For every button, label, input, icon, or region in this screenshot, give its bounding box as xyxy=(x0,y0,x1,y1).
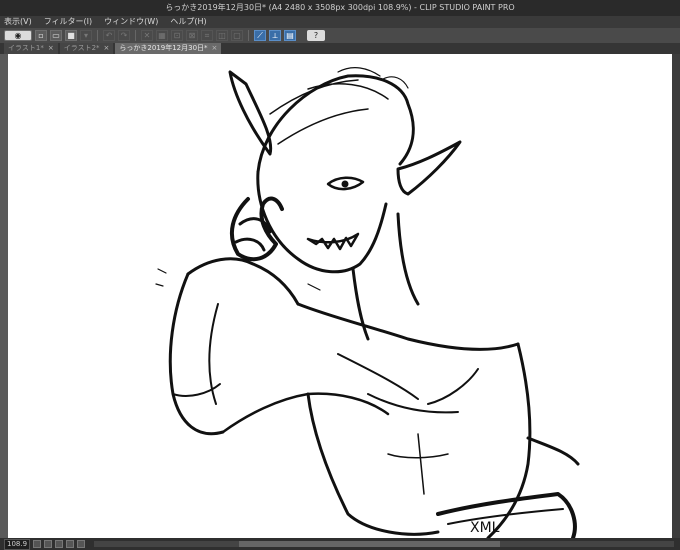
sketch-artwork: XML xyxy=(155,67,580,538)
deselect-icon[interactable]: ⊠ xyxy=(186,30,198,41)
separator xyxy=(248,30,249,41)
snap-grid-icon[interactable]: ▤ xyxy=(284,30,296,41)
clear-icon[interactable]: ✕ xyxy=(141,30,153,41)
help-button[interactable]: ? xyxy=(307,30,325,41)
tab-label: らっかき2019年12月30日* xyxy=(119,44,208,52)
new-file-icon[interactable]: ▫ xyxy=(35,30,47,41)
save-icon[interactable]: ■ xyxy=(65,30,77,41)
tab-document-1[interactable]: イラスト1* × xyxy=(4,43,58,54)
tab-document-active[interactable]: らっかき2019年12月30日* × xyxy=(115,43,222,54)
zoom-in-icon[interactable] xyxy=(44,540,52,548)
clip-studio-icon[interactable]: ◉ xyxy=(4,30,32,41)
menu-view[interactable]: 表示(V) xyxy=(4,16,32,28)
dropdown-icon[interactable]: ▾ xyxy=(80,30,92,41)
close-icon[interactable]: × xyxy=(48,43,54,54)
command-bar: ◉ ▫ ▭ ■ ▾ ↶ ↷ ✕ ▦ ⊡ ⊠ ⌗ ◫ ▢ ⟋ ⟂ ▤ ? xyxy=(0,28,680,43)
document-tabs: イラスト1* × イラスト2* × らっかき2019年12月30日* × xyxy=(0,43,680,54)
tab-label: イラスト2* xyxy=(63,44,100,52)
separator xyxy=(97,30,98,41)
close-icon[interactable]: × xyxy=(104,43,110,54)
window-title: らっかき2019年12月30日* (A4 2480 x 3508px 300dp… xyxy=(0,0,680,16)
canvas-area: XML xyxy=(0,54,680,538)
tab-label: イラスト1* xyxy=(8,44,44,52)
selection-border-icon[interactable]: ▢ xyxy=(231,30,243,41)
svg-text:XML: XML xyxy=(470,520,500,536)
horizontal-scrollbar[interactable] xyxy=(94,541,674,547)
separator xyxy=(135,30,136,41)
redo-icon[interactable]: ↷ xyxy=(118,30,130,41)
menu-filter[interactable]: フィルター(I) xyxy=(44,16,92,28)
menu-bar: 表示(V) フィルター(I) ウィンドウ(W) ヘルプ(H) xyxy=(0,16,680,28)
drawing-canvas[interactable]: XML xyxy=(8,54,672,538)
fill-icon[interactable]: ▦ xyxy=(156,30,168,41)
menu-window[interactable]: ウィンドウ(W) xyxy=(104,16,158,28)
menu-help[interactable]: ヘルプ(H) xyxy=(170,16,206,28)
snap-special-ruler-icon[interactable]: ⟂ xyxy=(269,30,281,41)
crop-icon[interactable]: ⌗ xyxy=(201,30,213,41)
zoom-out-icon[interactable] xyxy=(33,540,41,548)
scrollbar-thumb[interactable] xyxy=(239,541,500,547)
zoom-field[interactable]: 108.9 xyxy=(4,538,30,550)
flip-icon[interactable] xyxy=(77,540,85,548)
open-folder-icon[interactable]: ▭ xyxy=(50,30,62,41)
snap-ruler-icon[interactable]: ⟋ xyxy=(254,30,266,41)
rotate-icon[interactable] xyxy=(66,540,74,548)
status-bar: 108.9 xyxy=(0,538,680,550)
undo-icon[interactable]: ↶ xyxy=(103,30,115,41)
fit-icon[interactable] xyxy=(55,540,63,548)
close-icon[interactable]: × xyxy=(212,43,218,54)
right-panel-edge[interactable] xyxy=(672,54,680,538)
tab-document-2[interactable]: イラスト2* × xyxy=(59,43,114,54)
invert-selection-icon[interactable]: ◫ xyxy=(216,30,228,41)
transform-icon[interactable]: ⊡ xyxy=(171,30,183,41)
